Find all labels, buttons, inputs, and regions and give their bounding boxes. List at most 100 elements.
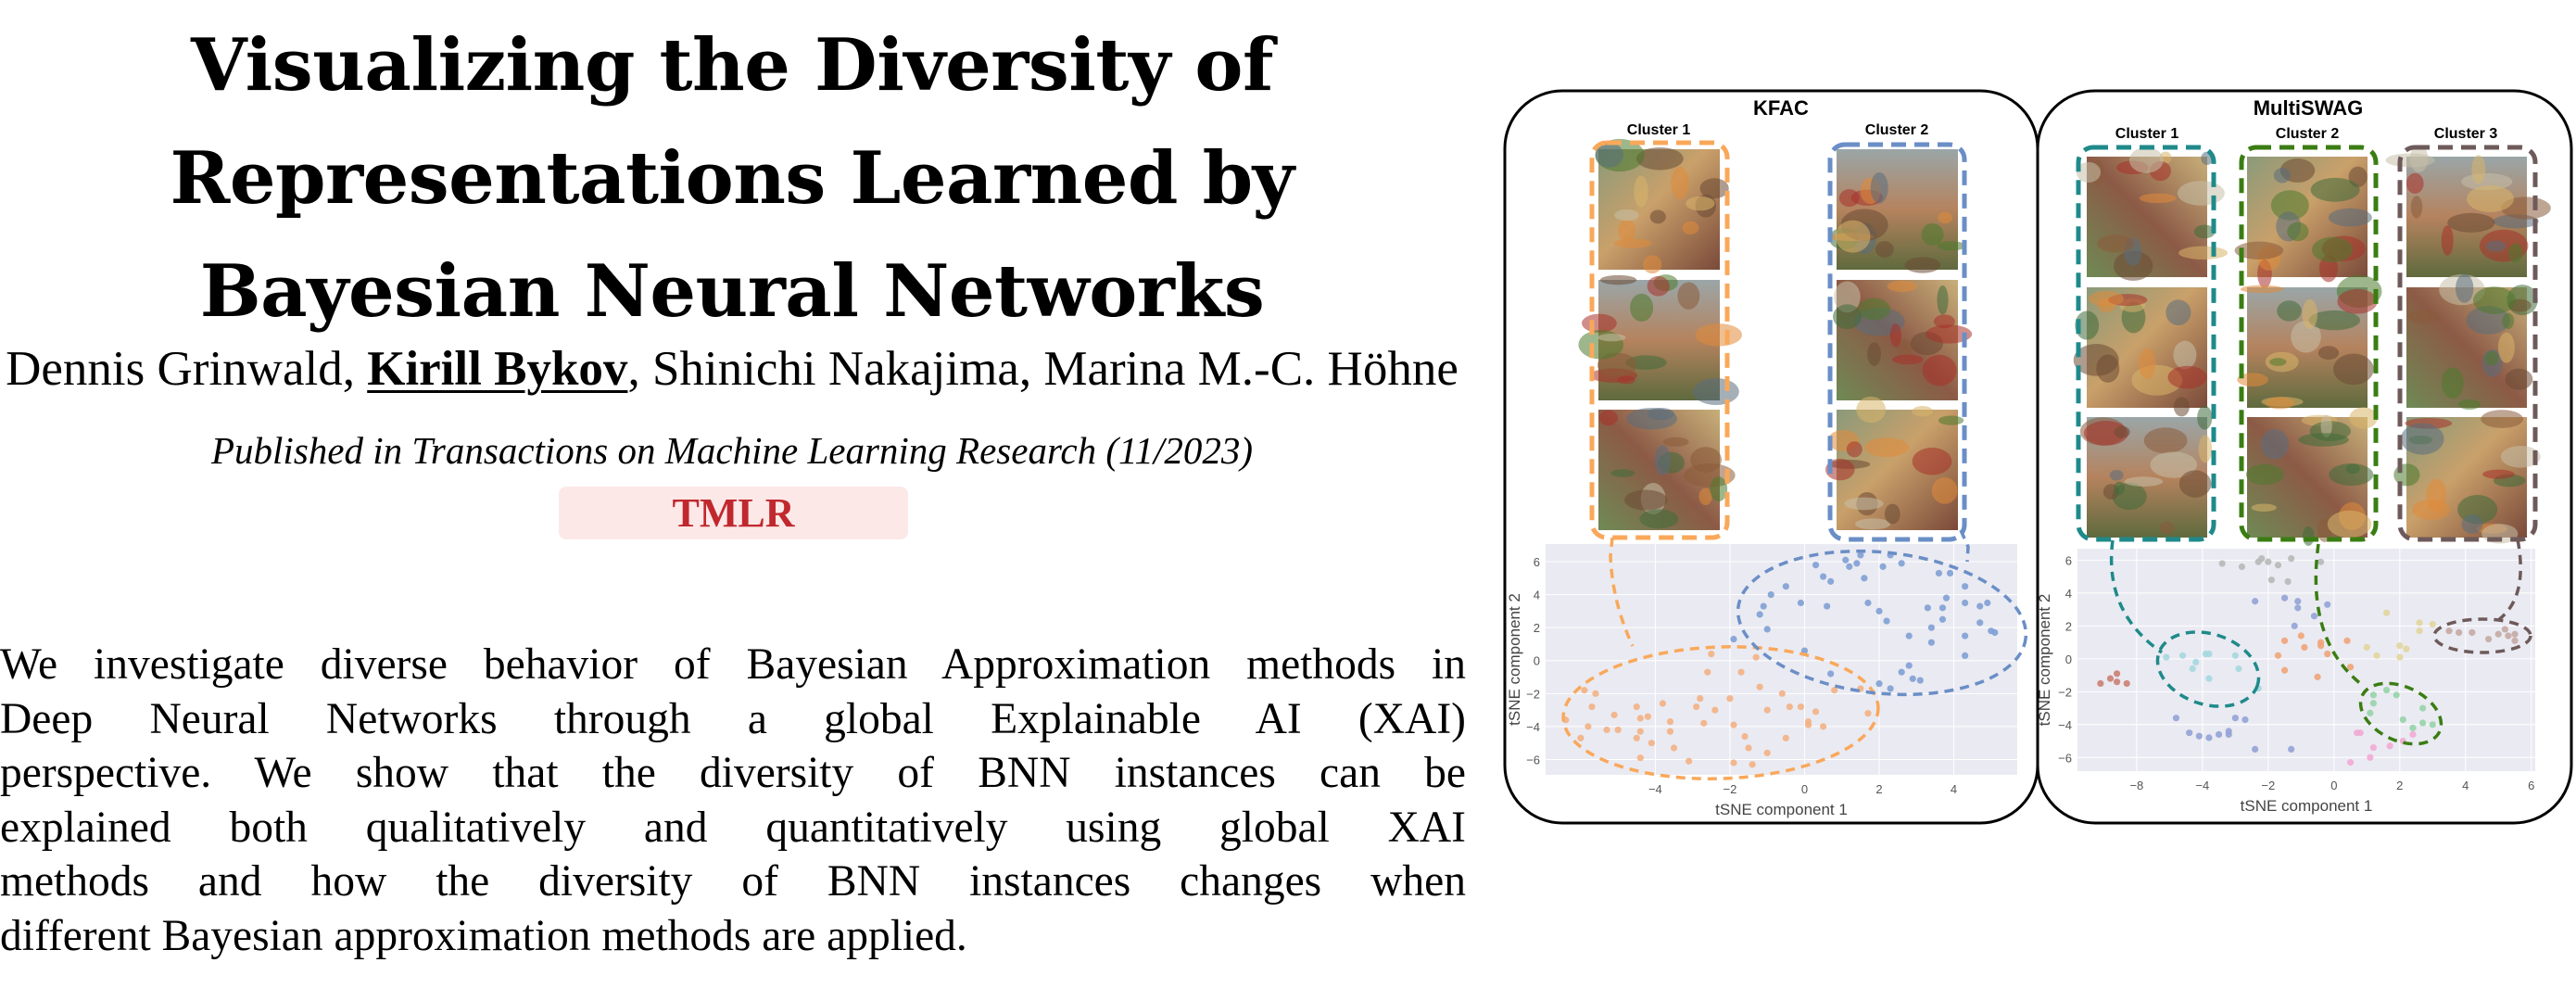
scatter-point <box>1879 563 1887 570</box>
scatter-point <box>1737 668 1745 676</box>
scatter-point <box>1905 662 1913 669</box>
scatter-point <box>2485 635 2493 643</box>
scatter-point <box>2416 619 2423 627</box>
scatter-point <box>1864 710 1872 717</box>
scatter-point <box>2294 604 2302 612</box>
scatter-point <box>2369 700 2377 707</box>
y-tick-label: 2 <box>2065 619 2072 633</box>
feature-visualization-image <box>2393 410 2541 544</box>
scatter-point <box>2386 742 2393 750</box>
scatter-point <box>2382 686 2391 694</box>
y-tick-label: 0 <box>2065 652 2072 666</box>
scatter-point <box>1875 607 1883 614</box>
scatter-point <box>1763 626 1771 633</box>
scatter-point <box>1797 599 1805 607</box>
tsne-scatter-plot: −4 −2 0 2 4 −6 −4 −2 0 2 4 6 tSNE component 1 tSNE co… <box>1506 544 2017 818</box>
scatter-point <box>2186 729 2193 737</box>
scatter-point <box>2403 645 2410 652</box>
scatter-point <box>1786 703 1793 711</box>
scatter-point <box>1711 706 1719 714</box>
scatter-point <box>2419 704 2427 712</box>
scatter-point <box>1853 560 1861 567</box>
scatter-point <box>1778 690 1786 697</box>
scatter-point <box>2317 558 2325 565</box>
scatter-point <box>2252 745 2259 754</box>
scatter-point <box>1592 690 1599 697</box>
scatter-point <box>1782 734 1789 741</box>
feature-visualization-image <box>2076 146 2229 281</box>
scatter-point <box>1700 719 1708 727</box>
scatter-point <box>1924 604 1931 612</box>
scatter-point <box>2288 745 2295 754</box>
scatter-point <box>1782 583 1789 590</box>
x-tick-label: −2 <box>1724 782 1737 796</box>
scatter-point <box>2310 613 2318 620</box>
scatter-point <box>1577 734 1585 741</box>
kfac-title: KFAC <box>1753 96 1809 120</box>
y-tick-label: 0 <box>1534 654 1540 668</box>
scatter-point <box>1749 761 1756 768</box>
scatter-point <box>2367 709 2374 716</box>
scatter-point <box>2267 576 2275 584</box>
scatter-point <box>2494 630 2502 638</box>
x-tick-label: −8 <box>2129 779 2143 792</box>
multiswag-title: MultiSWAG <box>2254 96 2364 120</box>
x-tick-label: −4 <box>1648 782 1662 796</box>
scatter-point <box>1804 721 1812 728</box>
scatter-point <box>2456 628 2463 637</box>
y-tick-label: 4 <box>2065 587 2072 601</box>
scatter-point <box>2216 730 2223 739</box>
x-tick-label: 4 <box>1951 782 1957 796</box>
scatter-point <box>2301 643 2308 652</box>
scatter-point <box>2231 652 2239 659</box>
scatter-point <box>1588 703 1596 711</box>
x-tick-label: −4 <box>2195 779 2209 792</box>
scatter-point <box>1905 632 1913 640</box>
scatter-point <box>1976 619 1984 627</box>
tsne-scatter-plot: −8 −4 −2 0 2 4 6 −6 −4 −2 0 2 4 6 tSNE component 1 tSNE… <box>2036 549 2535 815</box>
multiswag-cluster-label: Cluster 3 <box>2434 126 2498 142</box>
scatter-point <box>1962 583 1969 590</box>
scatter-point <box>1927 639 1935 646</box>
scatter-point <box>2346 758 2355 766</box>
x-tick-label: 2 <box>1875 782 1882 796</box>
scatter-point <box>2294 598 2302 605</box>
scatter-point <box>2396 653 2404 661</box>
scatter-point <box>2172 715 2180 722</box>
scatter-point <box>1812 708 1820 716</box>
scatter-point <box>1827 670 1835 678</box>
scatter-point <box>1760 602 1767 610</box>
y-tick-label: −4 <box>2058 718 2072 732</box>
y-tick-label: 6 <box>2065 553 2072 567</box>
scatter-point <box>1916 677 1924 684</box>
scatter-point <box>1938 615 1947 623</box>
scatter-point <box>1797 703 1805 711</box>
scatter-point <box>2123 679 2130 688</box>
scatter-point <box>1763 749 1771 756</box>
scatter-point <box>1935 569 1943 577</box>
feature-visualization-image <box>2385 145 2551 277</box>
scatter-point <box>1756 683 1763 690</box>
scatter-point <box>1962 599 1969 607</box>
scatter-point <box>2265 558 2272 565</box>
scatter-point <box>2382 609 2391 616</box>
scatter-point <box>2369 691 2377 699</box>
scatter-point <box>1741 732 1749 741</box>
scatter-point <box>2324 601 2331 608</box>
scatter-point <box>1938 604 1947 612</box>
feature-visualization-image <box>1825 396 1964 530</box>
scatter-point <box>2280 637 2289 644</box>
scatter-point <box>1875 680 1883 688</box>
scatter-point <box>2178 652 2187 659</box>
scatter-point <box>2409 730 2417 739</box>
scatter-point <box>1730 721 1737 728</box>
scatter-point <box>2218 560 2226 567</box>
scatter-point <box>2106 675 2115 682</box>
plot-background <box>2077 549 2535 771</box>
scatter-point <box>2284 577 2292 586</box>
scatter-point <box>1686 757 1693 765</box>
scatter-point <box>1633 734 1640 741</box>
scatter-point <box>1824 602 1831 610</box>
scatter-point <box>2343 637 2351 644</box>
scatter-point <box>2258 555 2266 563</box>
